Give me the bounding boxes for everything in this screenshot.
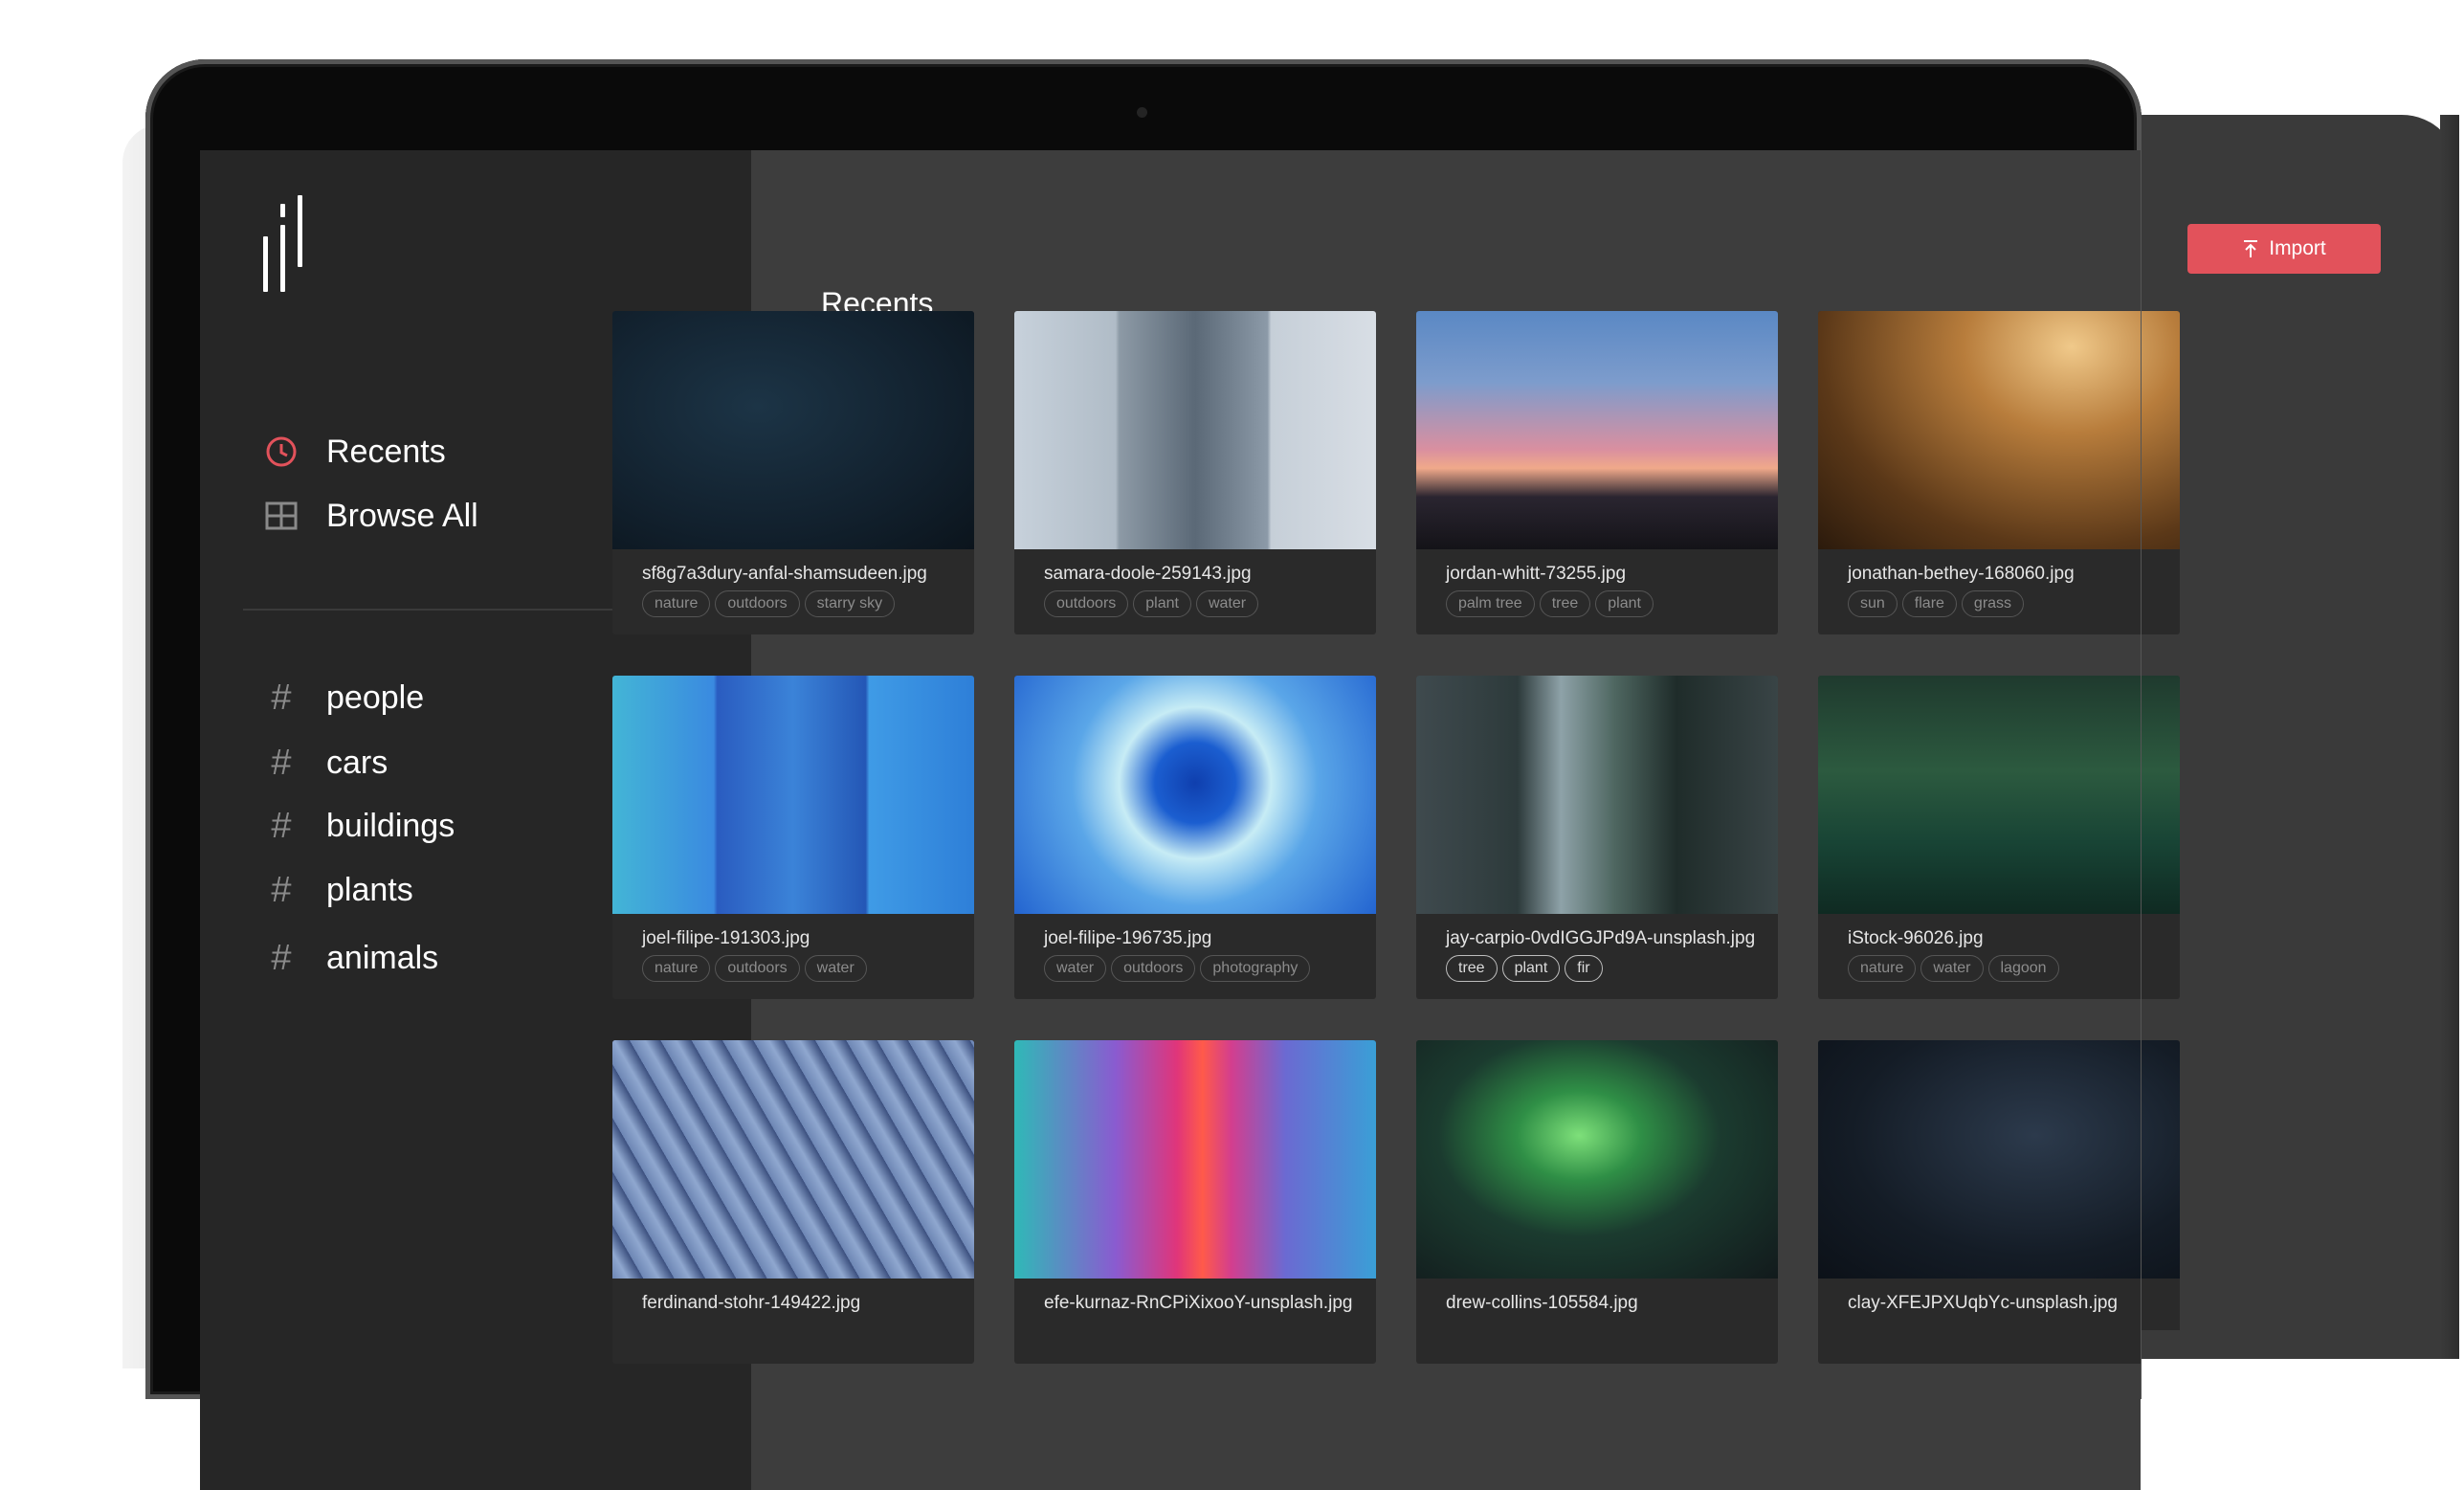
image-tags: tree plant fir [1446, 955, 1603, 982]
hash-icon: # [271, 805, 292, 846]
image-tags: nature outdoors starry sky [642, 590, 896, 617]
import-button[interactable]: Import [2187, 224, 2381, 274]
image-card[interactable]: joel-filipe-196735.jpg water outdoors photo… [1014, 676, 1376, 999]
image-filename: clay-XFEJPXUqbYc-unsplash.jpg [1848, 1293, 2118, 1313]
image-card[interactable]: ferdinand-stohr-149422.jpg [612, 1040, 974, 1364]
tag-pill[interactable]: lagoon [1987, 955, 2059, 982]
image-thumbnail[interactable] [2142, 311, 2180, 549]
image-filename: jay-carpio-0vdIGGJPd9A-unsplash.jpg [1446, 928, 1756, 948]
image-tags: palm tree tree plant [1446, 590, 1654, 617]
image-tags: water outdoors photography [1044, 955, 1311, 982]
tag-pill[interactable]: water [804, 955, 867, 982]
image-filename: samara-doole-259143.jpg [1044, 564, 1252, 584]
app-logo [263, 195, 311, 292]
tag-pill[interactable]: plant [1595, 590, 1654, 617]
tag-pill[interactable]: photography [1200, 955, 1311, 982]
image-filename: iStock-96026.jpg [1848, 928, 1984, 948]
image-card-overflow-clip: jonathan-bethey-168060.jpgsunflaregrass [2142, 311, 2180, 634]
tag-pill[interactable]: outdoors [1044, 590, 1129, 617]
image-thumbnail[interactable] [612, 676, 974, 914]
tag-pill[interactable]: outdoors [715, 590, 800, 617]
tag-pill[interactable]: flare [1901, 590, 1957, 617]
hash-icon: # [271, 937, 292, 978]
image-thumbnail[interactable] [1014, 676, 1376, 914]
image-card[interactable]: joel-filipe-191303.jpg nature outdoors wate… [612, 676, 974, 999]
image-thumbnail[interactable] [1416, 676, 1778, 914]
image-filename: drew-collins-105584.jpg [1446, 1293, 1638, 1313]
image-filename: jordan-whitt-73255.jpg [1446, 564, 1627, 584]
image-card[interactable]: clay-XFEJPXUqbYc-unsplash.jpg [1818, 1040, 2141, 1364]
image-card[interactable]: jay-carpio-0vdIGGJPd9A-unsplash.jpg tree p… [1416, 676, 1778, 999]
image-filename: sf8g7a3dury-anfal-shamsudeen.jpg [642, 564, 927, 584]
image-filename: jonathan-bethey-168060.jpg [1848, 564, 2075, 584]
tag-pill[interactable]: outdoors [715, 955, 800, 982]
laptop-frame: Recents Browse All 129 # people 84 [145, 59, 2142, 1490]
tag-pill[interactable]: grass [1961, 590, 2025, 617]
tag-pill[interactable]: tree [1446, 955, 1498, 982]
hash-icon: # [271, 677, 292, 718]
sidebar-item-label: Browse All [326, 497, 478, 534]
upload-icon [2244, 240, 2258, 257]
tag-pill[interactable]: nature [642, 590, 711, 617]
image-card-overflow-clip: iStock-96026.jpgnaturewaterlagoon [2142, 676, 2180, 999]
camera [1137, 107, 1147, 118]
tag-pill[interactable]: plant [1133, 590, 1191, 617]
image-tags: nature outdoors water [642, 955, 867, 982]
image-thumbnail[interactable] [1818, 311, 2141, 549]
tag-pill[interactable]: palm tree [1446, 590, 1535, 617]
image-card[interactable]: samara-doole-259143.jpg outdoors plant wate… [1014, 311, 1376, 634]
import-label: Import [2269, 237, 2326, 259]
image-filename: ferdinand-stohr-149422.jpg [642, 1293, 861, 1313]
image-thumbnail[interactable] [1014, 1040, 1376, 1279]
image-thumbnail[interactable] [2142, 676, 2180, 914]
tag-pill[interactable]: water [1044, 955, 1107, 982]
image-filename: joel-filipe-191303.jpg [642, 928, 810, 948]
image-thumbnail[interactable] [612, 1040, 974, 1279]
image-card[interactable]: drew-collins-105584.jpg [1416, 1040, 1778, 1364]
image-filename: joel-filipe-196735.jpg [1044, 928, 1212, 948]
image-thumbnail[interactable] [2142, 1040, 2180, 1279]
grid-icon [263, 498, 300, 534]
tag-pill[interactable]: sun [1848, 590, 1898, 617]
tablet-edge [2440, 115, 2459, 1359]
tag-pill[interactable]: tree [1539, 590, 1591, 617]
image-thumbnail[interactable] [1416, 1040, 1778, 1279]
image-thumbnail[interactable] [1416, 311, 1778, 549]
hash-icon: # [271, 742, 292, 783]
app-screen: Recents Browse All 129 # people 84 [200, 150, 2141, 1490]
clock-icon [263, 434, 300, 470]
image-thumbnail[interactable] [1818, 676, 2141, 914]
image-card-overflow-clip: clay-XFEJPXUqbYc-unsplash.jpg [2142, 1040, 2180, 1330]
image-card[interactable]: iStock-96026.jpg naturewaterlagoon [1818, 676, 2141, 999]
tag-pill[interactable]: plant [1501, 955, 1561, 982]
tag-pill[interactable]: starry sky [804, 590, 896, 617]
tag-pill[interactable]: fir [1565, 955, 1603, 982]
image-card[interactable]: jonathan-bethey-168060.jpgsunflaregrass [2142, 311, 2180, 634]
tag-pill[interactable]: outdoors [1111, 955, 1196, 982]
tag-pill[interactable]: nature [642, 955, 711, 982]
image-card[interactable]: iStock-96026.jpgnaturewaterlagoon [2142, 676, 2180, 999]
image-thumbnail[interactable] [1014, 311, 1376, 549]
image-tags: nature water lagoon [1848, 955, 2059, 982]
tag-pill[interactable]: water [1195, 590, 1259, 617]
tag-pill[interactable]: nature [1848, 955, 1917, 982]
image-card[interactable]: clay-XFEJPXUqbYc-unsplash.jpg [2142, 1040, 2180, 1330]
image-card[interactable]: jordan-whitt-73255.jpg palm tree tree plant [1416, 311, 1778, 634]
image-thumbnail[interactable] [612, 311, 974, 549]
tag-pill[interactable]: water [1920, 955, 1984, 982]
image-card[interactable]: efe-kurnaz-RnCPiXixooY-unsplash.jpg [1014, 1040, 1376, 1364]
image-card[interactable]: jonathan-bethey-168060.jpg sunflaregrass [1818, 311, 2141, 634]
hash-icon: # [271, 869, 292, 910]
image-thumbnail[interactable] [1818, 1040, 2141, 1279]
image-tags: sun flare grass [1848, 590, 2025, 617]
image-card[interactable]: sf8g7a3dury-anfal-shamsudeen.jpg nature ou… [612, 311, 974, 634]
image-filename: efe-kurnaz-RnCPiXixooY-unsplash.jpg [1044, 1293, 1353, 1313]
image-tags: outdoors plant water [1044, 590, 1259, 617]
